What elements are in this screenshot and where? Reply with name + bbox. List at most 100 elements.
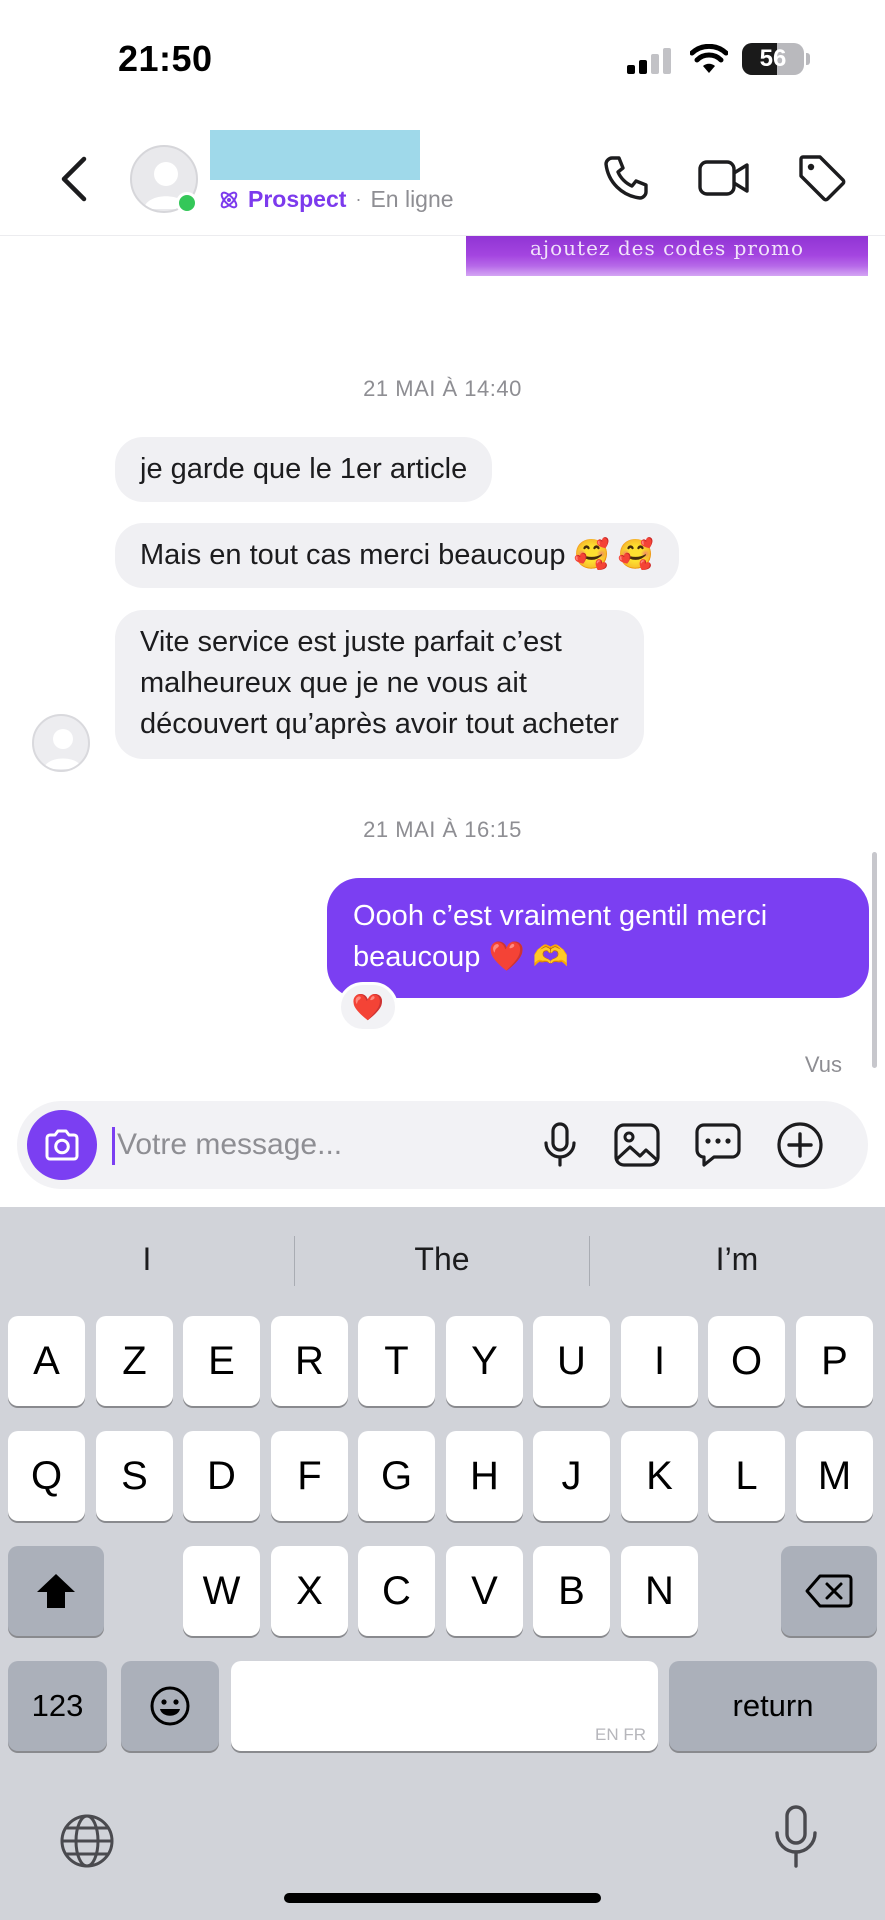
camera-button[interactable] <box>27 1110 97 1180</box>
key-a[interactable]: A <box>8 1316 85 1406</box>
message-line: Vite service est juste parfait c’est <box>140 626 562 658</box>
online-status-dot <box>176 192 198 214</box>
suggestion-1[interactable]: I <box>0 1207 294 1311</box>
on-screen-keyboard: I The I’m A Z E R T Y U I O P Q S D F G … <box>0 1207 885 1920</box>
suggestion-2[interactable]: The <box>295 1207 589 1311</box>
suggestion-3[interactable]: I’m <box>590 1207 884 1311</box>
key-o[interactable]: O <box>708 1316 785 1406</box>
media-fade <box>462 266 872 318</box>
key-w[interactable]: W <box>183 1546 260 1636</box>
quick-reply-button[interactable] <box>692 1119 744 1171</box>
space-language-hint: EN FR <box>595 1725 646 1744</box>
key-i[interactable]: I <box>621 1316 698 1406</box>
contact-tag-label[interactable]: Prospect <box>248 186 346 213</box>
add-icon <box>777 1122 823 1168</box>
key-n[interactable]: N <box>621 1546 698 1636</box>
video-call-icon <box>698 160 749 196</box>
more-actions-button[interactable] <box>774 1119 826 1171</box>
key-b[interactable]: B <box>533 1546 610 1636</box>
phone-icon <box>604 156 648 200</box>
predictive-bar: I The I’m <box>0 1207 885 1311</box>
prospect-badge-icon <box>220 191 238 208</box>
outgoing-message[interactable]: Oooh c’est vraiment gentil merci beaucou… <box>327 878 869 998</box>
home-indicator[interactable] <box>284 1893 601 1903</box>
attach-image-button[interactable] <box>611 1119 663 1171</box>
key-f[interactable]: F <box>271 1431 348 1521</box>
back-button[interactable] <box>50 150 98 208</box>
media-message-preview[interactable]: ajoutez des codes promo <box>462 236 872 318</box>
globe-icon[interactable] <box>57 1811 117 1871</box>
message-line: beaucoup ❤️ 🫶 <box>353 941 569 973</box>
cellular-signal-icon <box>627 48 671 74</box>
call-button[interactable] <box>598 150 654 206</box>
backspace-key[interactable] <box>781 1546 877 1636</box>
key-e[interactable]: E <box>183 1316 260 1406</box>
contact-meta: Prospect · En ligne <box>218 186 454 213</box>
media-text: ajoutez des codes promo <box>530 236 804 260</box>
key-m[interactable]: M <box>796 1431 873 1521</box>
key-v[interactable]: V <box>446 1546 523 1636</box>
key-u[interactable]: U <box>533 1316 610 1406</box>
incoming-message[interactable]: je garde que le 1er article <box>115 437 493 502</box>
chevron-left-icon <box>61 156 87 202</box>
key-y[interactable]: Y <box>446 1316 523 1406</box>
message-input[interactable] <box>117 1119 447 1171</box>
message-line: malheureux que je ne vous ait <box>140 667 527 699</box>
status-time: 21:50 <box>118 38 213 79</box>
tag-icon <box>799 155 846 202</box>
key-x[interactable]: X <box>271 1546 348 1636</box>
camera-icon <box>45 1129 79 1161</box>
voice-message-button[interactable] <box>534 1119 586 1171</box>
message-composer <box>17 1101 868 1189</box>
incoming-message[interactable]: Mais en tout cas merci beaucoup 🥰 🥰 <box>115 523 679 588</box>
shift-key[interactable] <box>8 1546 104 1636</box>
presence-label: En ligne <box>370 186 454 212</box>
status-bar: 21:50 56 <box>0 0 885 120</box>
scrollbar[interactable] <box>872 852 877 1068</box>
image-icon <box>614 1123 660 1167</box>
message-line: découvert qu’après avoir tout acheter <box>140 708 619 740</box>
key-l[interactable]: L <box>708 1431 785 1521</box>
message-line: Oooh c’est vraiment gentil merci <box>353 900 768 932</box>
key-q[interactable]: Q <box>8 1431 85 1521</box>
emoji-key[interactable] <box>121 1661 219 1751</box>
conversation-header: Prospect · En ligne <box>0 120 885 236</box>
meta-separator: · <box>355 189 362 209</box>
key-g[interactable]: G <box>358 1431 435 1521</box>
battery-percentage: 56 <box>759 45 787 72</box>
key-p[interactable]: P <box>796 1316 873 1406</box>
key-d[interactable]: D <box>183 1431 260 1521</box>
key-s[interactable]: S <box>96 1431 173 1521</box>
numbers-key[interactable]: 123 <box>8 1661 107 1751</box>
key-j[interactable]: J <box>533 1431 610 1521</box>
microphone-icon <box>544 1122 576 1167</box>
seen-label: Vus <box>804 1052 842 1077</box>
key-c[interactable]: C <box>358 1546 435 1636</box>
text-caret <box>112 1127 115 1165</box>
video-call-button[interactable] <box>696 150 752 206</box>
key-h[interactable]: H <box>446 1431 523 1521</box>
message-thread[interactable]: ajoutez des codes promo 21 MAI À 14:40 j… <box>0 236 885 1090</box>
key-r[interactable]: R <box>271 1316 348 1406</box>
dictation-icon[interactable] <box>772 1804 820 1870</box>
key-t[interactable]: T <box>358 1316 435 1406</box>
wifi-icon <box>690 44 728 73</box>
timestamp-divider: 21 MAI À 14:40 <box>363 376 522 401</box>
backspace-icon <box>805 1574 853 1608</box>
timestamp-divider: 21 MAI À 16:15 <box>363 817 522 842</box>
incoming-message[interactable]: Vite service est juste parfait c’est mal… <box>115 610 644 759</box>
quick-reply-icon <box>695 1123 741 1167</box>
key-k[interactable]: K <box>621 1431 698 1521</box>
default-avatar-icon <box>44 729 82 769</box>
sender-avatar[interactable] <box>32 714 90 772</box>
message-reaction[interactable]: ❤️ <box>338 982 398 1032</box>
space-key[interactable]: EN FR <box>231 1661 658 1751</box>
tag-button[interactable] <box>794 150 850 206</box>
shift-icon <box>37 1574 75 1608</box>
key-z[interactable]: Z <box>96 1316 173 1406</box>
return-key[interactable]: return <box>669 1661 877 1751</box>
battery-icon: 56 <box>742 43 804 75</box>
battery-cap <box>806 53 810 65</box>
emoji-icon <box>150 1686 190 1726</box>
contact-name-redacted[interactable] <box>210 130 420 180</box>
